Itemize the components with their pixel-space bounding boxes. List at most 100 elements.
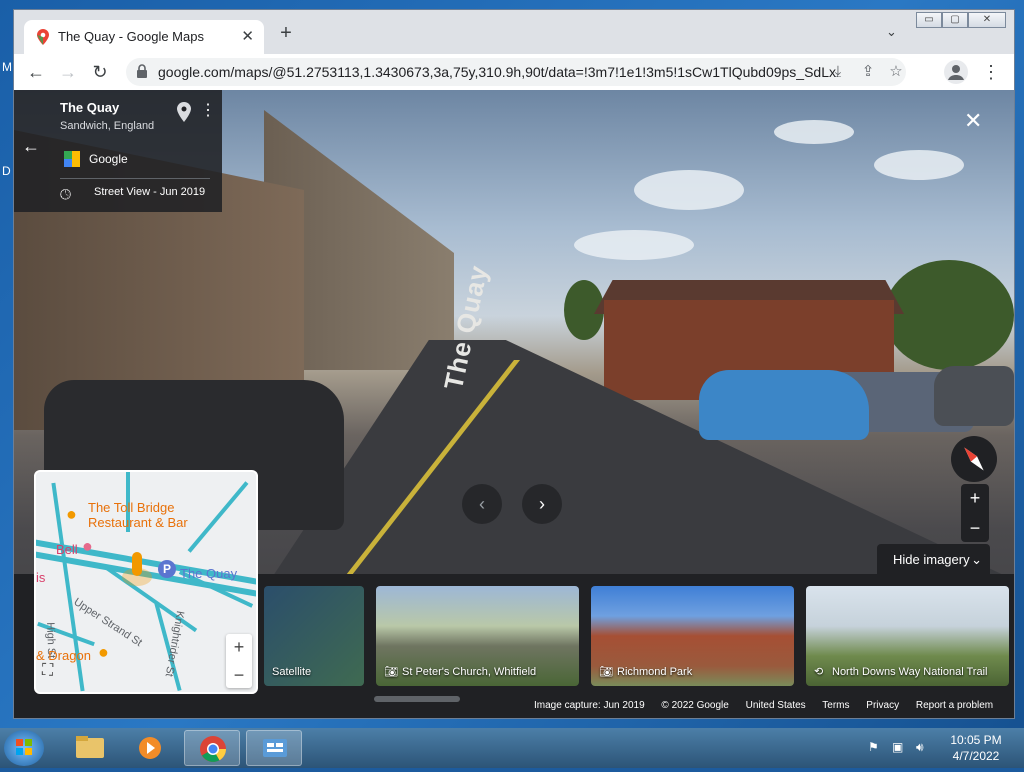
google-maps-pin-icon [37, 29, 49, 45]
control-panel-taskbar-icon[interactable] [246, 730, 302, 766]
privacy-link[interactable]: Privacy [866, 700, 899, 711]
lock-icon [137, 64, 147, 78]
map-label-is: is [36, 570, 46, 585]
clock-date: 4/7/2022 [952, 749, 1000, 763]
hotel-pin-icon[interactable]: ● [82, 536, 93, 557]
zoom-control: + − [961, 484, 989, 542]
360-icon: ⟲ [814, 666, 824, 678]
desktop-icon-label-m: M [2, 60, 12, 74]
more-options-icon[interactable]: ⋮ [200, 100, 216, 120]
cloud [774, 120, 854, 144]
reload-icon[interactable]: ↻ [88, 60, 112, 84]
url-text[interactable]: google.com/maps/@51.2753113,1.3430673,3a… [158, 64, 838, 80]
carousel-item-satellite[interactable]: Satellite [264, 586, 364, 686]
tab-close-icon[interactable]: ✕ [241, 27, 254, 45]
title-bar: The Quay - Google Maps ✕ + ⌄ ▭ ▢ ✕ [14, 10, 1014, 54]
location-pin-icon[interactable] [176, 102, 192, 122]
address-bar[interactable]: google.com/maps/@51.2753113,1.3430673,3a… [126, 58, 906, 86]
start-button[interactable] [4, 730, 44, 766]
minimize-button[interactable]: ▭ [916, 12, 942, 28]
carousel-item-richmond-park[interactable]: 📷︎ Richmond Park [591, 586, 794, 686]
source-label: Google [89, 152, 128, 166]
close-street-view-icon[interactable]: ✕ [964, 108, 982, 134]
minimap-zoom-in-button[interactable]: + [226, 634, 252, 660]
tree [884, 260, 1014, 370]
google-contributor-icon [64, 151, 80, 167]
report-problem-link[interactable]: Report a problem [916, 700, 993, 711]
new-tab-button[interactable]: + [274, 22, 298, 45]
street-view-info-panel: ← The Quay Sandwich, England ⋮ Google 🕓︎… [14, 90, 222, 212]
next-photo-arrow[interactable]: › [522, 484, 562, 524]
chrome-taskbar-icon[interactable] [184, 730, 240, 766]
bookmark-star-icon[interactable]: ☆ [886, 62, 906, 82]
hide-imagery-label: Hide imagery [893, 552, 970, 567]
cloud [634, 170, 744, 210]
parked-blue-car [699, 370, 869, 440]
parked-dark-car [934, 366, 1014, 426]
camera-icon: 📷︎ [599, 666, 613, 678]
back-arrow-icon[interactable]: ← [22, 136, 40, 157]
carousel-item-north-downs-way[interactable]: ⟲ North Downs Way National Trail [806, 586, 1009, 686]
active-tab[interactable]: The Quay - Google Maps ✕ [24, 20, 264, 54]
cloud [574, 230, 694, 260]
windows-taskbar: ⚑ ▣ 🔊︎ 10:05 PM 4/7/2022 [0, 728, 1024, 768]
map-label-toll-bridge: The Toll Bridge [88, 500, 175, 515]
terms-link[interactable]: Terms [822, 700, 849, 711]
close-window-button[interactable]: ✕ [968, 12, 1006, 28]
view-cone [122, 568, 152, 586]
street-view-date[interactable]: Street View - Jun 2019 [94, 186, 205, 198]
clock-time: 10:05 PM [950, 733, 1002, 747]
copyright-text: © 2022 Google [661, 700, 729, 711]
carousel-item-label-row: 📷︎ St Peter's Church, Whitfield [384, 665, 536, 678]
divider [60, 178, 210, 179]
hide-imagery-button[interactable]: Hide imagery ⌄ [877, 544, 990, 576]
profile-avatar-icon[interactable] [944, 60, 968, 84]
tab-search-chevron-icon[interactable]: ⌄ [886, 24, 897, 40]
desktop-icon-label-d: D [2, 164, 11, 178]
previous-photo-arrow[interactable]: ‹ [462, 484, 502, 524]
carousel-item-st-peters-church[interactable]: 📷︎ St Peter's Church, Whitfield [376, 586, 579, 686]
double-chevron-down-icon: ⌄ [971, 552, 982, 567]
map-label-dragon: & Dragon [36, 648, 91, 663]
street-view-panorama[interactable]: The Quay ← The Quay Sandwich, England ⋮ … [14, 90, 1014, 718]
chrome-menu-icon[interactable]: ⋮ [982, 60, 1000, 84]
map-label-restaurant: Restaurant & Bar [88, 515, 188, 530]
camera-icon: 📷︎ [384, 666, 398, 678]
media-player-taskbar-icon[interactable] [122, 730, 178, 766]
install-app-icon[interactable]: ⤓ [828, 62, 848, 82]
minimap-zoom-out-button[interactable]: − [226, 662, 252, 688]
network-icon[interactable]: ▣ [892, 740, 906, 754]
carousel-item-label: Satellite [272, 666, 312, 678]
compass-icon[interactable] [951, 436, 997, 482]
back-arrow-icon[interactable]: ← [24, 60, 48, 84]
system-clock[interactable]: 10:05 PM 4/7/2022 [948, 732, 1004, 764]
country-link[interactable]: United States [746, 700, 806, 711]
image-capture-date: Image capture: Jun 2019 [534, 700, 645, 711]
place-title: The Quay [60, 100, 120, 115]
map-label-quay: The Quay [180, 566, 238, 581]
tab-title: The Quay - Google Maps [58, 29, 204, 44]
carousel-scrollbar[interactable] [374, 696, 460, 702]
carousel-item-label-row: 📷︎ Richmond Park [599, 665, 692, 678]
carousel-item-label: North Downs Way National Trail [832, 666, 988, 678]
minimap-zoom-control: + − [226, 634, 252, 688]
maximize-button[interactable]: ▢ [942, 12, 968, 28]
place-subtitle: Sandwich, England [60, 120, 155, 132]
forward-arrow-icon[interactable]: → [56, 60, 80, 84]
zoom-in-button[interactable]: + [961, 484, 989, 512]
history-clock-icon[interactable]: 🕓︎ [60, 186, 71, 203]
map-road [187, 481, 249, 553]
map-footer: Image capture: Jun 2019 © 2022 Google Un… [534, 700, 1004, 716]
zoom-out-button[interactable]: − [961, 514, 989, 542]
browser-toolbar: ← → ↻ google.com/maps/@51.2753113,1.3430… [14, 54, 1014, 90]
restaurant-pin-icon[interactable]: ● [66, 504, 77, 525]
share-icon[interactable]: ⇪ [858, 62, 878, 82]
bar-pin-icon[interactable]: ● [98, 642, 109, 663]
chrome-window: The Quay - Google Maps ✕ + ⌄ ▭ ▢ ✕ ← → ↻… [13, 9, 1015, 719]
file-explorer-taskbar-icon[interactable] [62, 730, 118, 766]
parking-pin-icon[interactable]: P [158, 560, 176, 578]
volume-icon[interactable]: 🔊︎ [916, 740, 930, 754]
minimap[interactable]: ● The Toll Bridge Restaurant & Bar Bell … [34, 470, 258, 694]
expand-map-icon[interactable]: ⛶ [42, 662, 62, 682]
action-center-flag-icon[interactable]: ⚑ [868, 740, 882, 754]
